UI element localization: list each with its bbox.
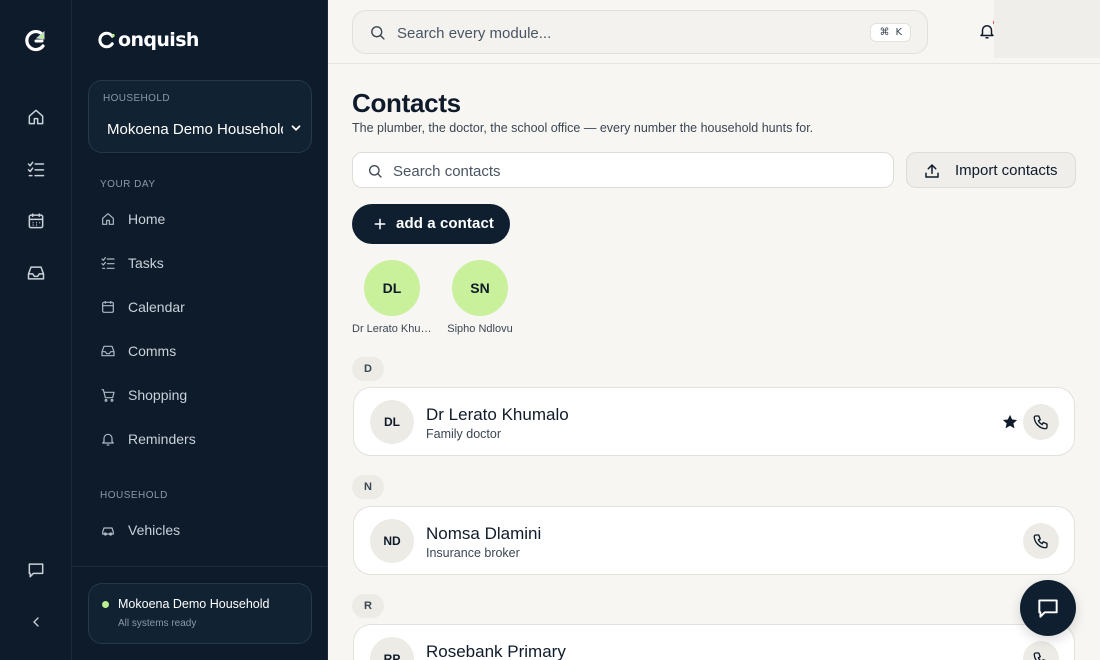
rail-chat-button[interactable] <box>24 558 48 582</box>
rail-home-button[interactable] <box>24 105 48 129</box>
collapse-sidebar-button[interactable] <box>24 610 48 634</box>
star-icon[interactable] <box>1001 413 1019 431</box>
favourite-contact[interactable]: SN Sipho Ndlovu <box>440 260 520 340</box>
sidebar-item-label: Shopping <box>128 387 188 403</box>
contact-card[interactable]: ND Nomsa Dlamini Insurance broker <box>353 506 1075 575</box>
inbox-icon <box>27 266 45 280</box>
checklist-icon <box>101 257 115 269</box>
household-selector-label: HOUSEHOLD <box>103 93 170 104</box>
brand-logo[interactable]: onquish <box>98 28 199 52</box>
chat-bubble-icon <box>28 563 44 578</box>
contact-role: Insurance broker <box>426 546 520 560</box>
contact-card[interactable]: DL Dr Lerato Khumalo Family doctor <box>353 387 1075 456</box>
contact-name: Rosebank Primary <box>426 642 566 660</box>
add-contact-label: add a contact <box>396 215 494 232</box>
upload-icon <box>925 164 939 178</box>
status-title: Mokoena Demo Household <box>118 597 270 611</box>
global-search[interactable]: ⌘ K <box>352 10 928 54</box>
group-letter: R <box>352 594 384 618</box>
plus-icon <box>374 218 386 230</box>
keyboard-shortcut-badge: ⌘ K <box>870 23 911 42</box>
sidebar-item-label: Comms <box>128 343 177 359</box>
user-menu-area[interactable] <box>994 0 1100 58</box>
phone-icon <box>1033 534 1048 549</box>
top-bar: ⌘ K <box>328 0 1100 64</box>
chevron-down-icon <box>291 125 301 131</box>
sidebar-item-tasks[interactable]: Tasks <box>88 245 312 281</box>
sidebar-item-label: Reminders <box>128 431 196 447</box>
search-icon <box>369 165 382 178</box>
status-dot <box>102 601 109 608</box>
sidebar-item-reminders[interactable]: Reminders <box>88 421 312 457</box>
favourite-name: Dr Lerato Khumalo <box>352 323 432 335</box>
sidebar-item-label: Tasks <box>128 255 164 271</box>
rail-inbox-button[interactable] <box>24 261 48 285</box>
favourite-contact[interactable]: DL Dr Lerato Khumalo <box>352 260 432 340</box>
call-button[interactable] <box>1023 523 1059 559</box>
phone-icon <box>1033 415 1048 430</box>
avatar: ND <box>370 519 414 563</box>
household-status-card[interactable]: Mokoena Demo Household All systems ready <box>88 583 312 644</box>
global-search-input[interactable] <box>397 21 817 45</box>
brand-name: onquish <box>118 29 199 51</box>
household-selector-value: Mokoena Demo Household <box>107 121 283 138</box>
sidebar-item-shopping[interactable]: Shopping <box>88 377 312 413</box>
avatar: DL <box>370 400 414 444</box>
status-subtitle: All systems ready <box>118 618 197 629</box>
chevron-left-icon <box>33 617 39 627</box>
command-key-glyph: ⌘ <box>879 27 890 38</box>
add-contact-button[interactable]: add a contact <box>352 204 510 244</box>
conquish-logo-icon[interactable] <box>24 29 48 53</box>
favourite-name: Sipho Ndlovu <box>447 323 513 335</box>
group-letter: D <box>352 357 384 381</box>
bell-icon <box>102 433 114 446</box>
sidebar-item-vehicles[interactable]: Vehicles <box>88 512 312 548</box>
avatar: DL <box>364 260 420 316</box>
contact-role: Family doctor <box>426 427 502 441</box>
avatar: RP <box>370 637 414 660</box>
contact-search-input[interactable] <box>393 160 873 182</box>
rail-calendar-button[interactable] <box>24 209 48 233</box>
section-label-your-day: YOUR DAY <box>100 179 156 190</box>
sidebar-item-comms[interactable]: Comms <box>88 333 312 369</box>
contact-search[interactable] <box>352 152 894 188</box>
inbox-icon <box>101 345 115 357</box>
chat-bubble-icon <box>1038 599 1058 618</box>
avatar: SN <box>452 260 508 316</box>
shortcut-key: K <box>895 27 902 38</box>
page-title: Contacts <box>352 88 461 118</box>
brand-c-icon <box>98 31 115 49</box>
sidebar-item-label: Vehicles <box>128 522 181 538</box>
icon-rail <box>0 0 72 660</box>
sidebar-item-label: Home <box>128 211 166 227</box>
contact-name: Dr Lerato Khumalo <box>426 405 569 424</box>
import-contacts-button[interactable]: Import contacts <box>906 152 1076 188</box>
chat-assistant-button[interactable] <box>1020 580 1076 636</box>
home-icon <box>102 213 114 225</box>
calendar-icon <box>102 301 114 313</box>
page-subtitle: The plumber, the doctor, the school offi… <box>352 121 814 135</box>
call-button[interactable] <box>1023 404 1059 440</box>
household-selector[interactable]: HOUSEHOLD Mokoena Demo Household <box>88 80 312 153</box>
sidebar-item-label: Calendar <box>128 299 185 315</box>
call-button[interactable] <box>1023 641 1059 660</box>
sidebar-item-home[interactable]: Home <box>88 201 312 237</box>
contact-name: Nomsa Dlamini <box>426 524 542 543</box>
home-icon <box>28 109 44 125</box>
phone-icon <box>1033 652 1046 660</box>
rail-tasks-button[interactable] <box>24 157 48 181</box>
calendar-icon <box>28 213 44 229</box>
car-icon <box>102 527 114 536</box>
import-contacts-label: Import contacts <box>955 162 1058 179</box>
section-label-household: HOUSEHOLD <box>100 490 168 501</box>
sidebar: onquish HOUSEHOLD Mokoena Demo Household… <box>72 0 328 660</box>
contact-card[interactable]: RP Rosebank Primary <box>353 624 1075 660</box>
group-letter: N <box>352 475 384 499</box>
sidebar-divider <box>72 566 328 567</box>
cart-icon <box>101 389 115 402</box>
checklist-icon <box>27 161 45 177</box>
search-icon <box>371 26 385 40</box>
sidebar-item-calendar[interactable]: Calendar <box>88 289 312 325</box>
